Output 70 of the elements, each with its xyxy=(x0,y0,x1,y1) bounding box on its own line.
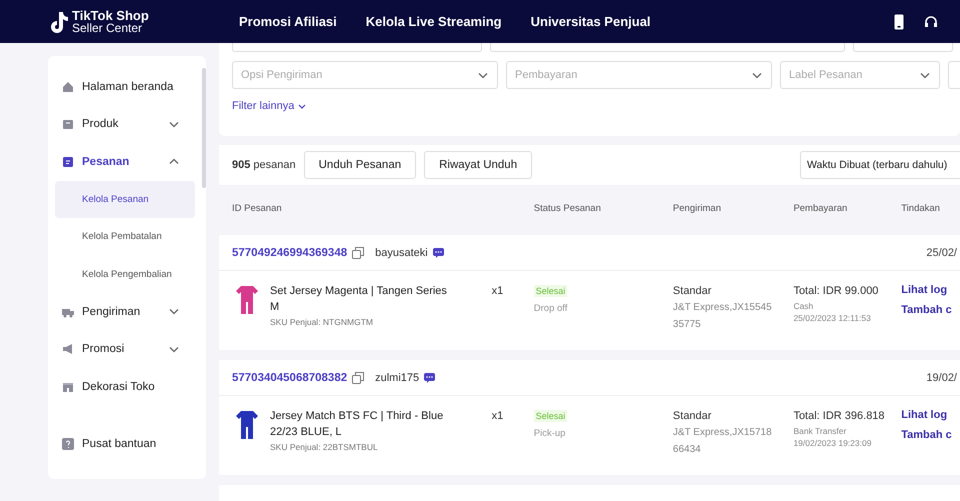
sidebar-subitem[interactable]: Kelola Pengembalian xyxy=(55,256,195,293)
sidebar-item[interactable]: Halaman beranda xyxy=(48,68,188,106)
column-header: ID Pesanan xyxy=(232,203,283,214)
product-name: Set Jersey Magenta | Tangen Series M xyxy=(270,284,448,315)
order-id-link[interactable]: 577034045068708382 xyxy=(232,372,348,384)
help-icon xyxy=(62,438,74,450)
status-badge: Selesai xyxy=(534,410,568,422)
jersey-thumbnail-icon xyxy=(236,285,258,315)
order-id-link[interactable]: 577049246994369348 xyxy=(232,246,348,258)
chat-icon xyxy=(432,248,444,258)
quantity: x1 xyxy=(492,284,504,299)
sort-dropdown[interactable]: Waktu Dibuat (terbaru dahulu) xyxy=(800,151,960,179)
toolbar-button[interactable]: Riwayat Unduh xyxy=(424,151,532,179)
sidebar-item[interactable]: Pusat bantuan xyxy=(48,426,188,463)
filter-link[interactable]: Filter lainnya xyxy=(232,100,960,112)
sidebar-subitem[interactable]: Kelola Pembatalan xyxy=(55,218,195,256)
shipping-type: Standar xyxy=(672,409,712,424)
payment-time: 19/02/2023 19:23:09 xyxy=(793,438,872,448)
megaphone-icon xyxy=(62,343,74,356)
chevron-down-icon xyxy=(297,102,308,110)
payment-total: Total: IDR 396.818 xyxy=(793,409,885,424)
logo-title: TikTok Shop xyxy=(72,10,149,22)
product-name: Jersey Match BTS FC | Third - Blue 22/23 BLUE, L xyxy=(270,409,444,440)
sidebar-item[interactable]: Pesanan xyxy=(48,143,188,180)
order-date: 19/02/ xyxy=(926,372,957,384)
action-link[interactable]: Tambah c xyxy=(901,303,952,317)
action-link[interactable]: Tambah c xyxy=(901,428,952,442)
tracking-text: J&T Express,JX1571866434 xyxy=(672,426,773,457)
nav-link[interactable]: Universitas Penjual xyxy=(530,14,651,29)
sidebar-item[interactable]: Dekorasi Toko xyxy=(48,368,188,406)
sidebar-subitem[interactable]: Kelola Pesanan xyxy=(55,180,195,218)
quantity: x1 xyxy=(492,409,504,424)
phone-icon xyxy=(894,14,904,30)
logo-subtitle: Seller Center xyxy=(72,22,142,34)
action-link[interactable]: Lihat log xyxy=(901,408,948,422)
document-icon xyxy=(62,156,74,168)
column-header: Pengiriman xyxy=(672,203,722,214)
tracking-text: J&T Express,JX1554535775 xyxy=(672,301,773,332)
sidebar-item[interactable]: Pengiriman xyxy=(48,293,188,330)
sidebar-item[interactable]: Produk xyxy=(48,106,188,143)
toolbar-button[interactable]: Unduh Pesanan xyxy=(304,151,416,179)
nav-link[interactable]: Promosi Afiliasi xyxy=(239,14,337,29)
payment-total: Total: IDR 99.000 xyxy=(793,284,878,299)
store-icon xyxy=(62,380,74,393)
status-note: Pick-up xyxy=(534,428,566,439)
nav-link[interactable]: Kelola Live Streaming xyxy=(366,14,502,29)
tiktok-logo-icon xyxy=(48,10,68,32)
status-badge: Selesai xyxy=(534,285,568,297)
column-header: Pembayaran xyxy=(793,203,848,214)
sidebar-item[interactable]: Promosi xyxy=(48,330,188,368)
payment-time: 25/02/2023 12:11:53 xyxy=(793,313,871,323)
sku-text: SKU Penjual: NTGNMGTM xyxy=(270,317,374,327)
action-link[interactable]: Lihat log xyxy=(901,283,948,297)
copy-icon xyxy=(352,246,364,258)
payment-method: Cash xyxy=(793,301,814,311)
buyer-name: zulmi175 xyxy=(375,372,420,384)
payment-method: Bank Transfer xyxy=(793,426,846,436)
jersey-thumbnail-icon xyxy=(236,410,258,440)
chat-icon xyxy=(424,372,436,382)
status-note: Drop off xyxy=(534,303,568,314)
column-header: Status Pesanan xyxy=(534,203,602,214)
headset-icon xyxy=(924,14,938,28)
sku-text: SKU Penjual: 22BTSMTBUL xyxy=(270,442,379,452)
order-date: 25/02/ xyxy=(926,246,957,258)
buyer-name: bayusateki xyxy=(375,246,428,258)
order-count: 905 pesanan xyxy=(232,159,296,171)
column-header: Tindakan xyxy=(901,203,941,214)
home-icon xyxy=(62,80,74,93)
shipping-type: Standar xyxy=(672,284,712,299)
copy-icon xyxy=(352,372,364,384)
